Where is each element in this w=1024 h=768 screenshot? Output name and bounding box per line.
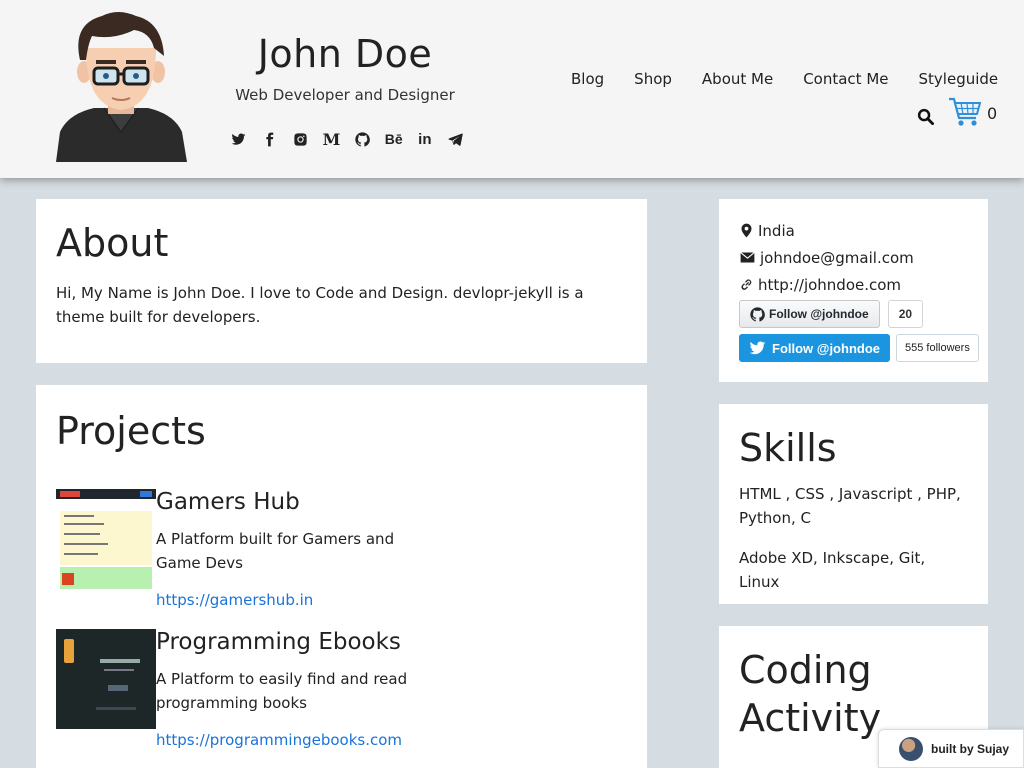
project-description: A Platform to easily find and read progr… (156, 670, 408, 712)
instagram-icon[interactable] (288, 128, 312, 150)
projects-card: Projects Gamers Hub A Platform built for… (36, 385, 647, 768)
project-thumbnail[interactable] (56, 489, 156, 589)
author-avatar (899, 736, 923, 761)
nav-about-me[interactable]: About Me (687, 70, 788, 92)
projects-heading: Projects (56, 409, 206, 453)
social-links: M Bē in (222, 128, 472, 150)
skills-languages: HTML , CSS , Javascript , PHP, Python, C (739, 485, 961, 527)
cart-count: 0 (987, 104, 998, 123)
location-line: India (739, 217, 968, 244)
facebook-icon[interactable] (257, 128, 281, 150)
project-link[interactable]: https://gamershub.in (156, 591, 313, 609)
email-line: johndoe@gmail.com (739, 244, 968, 271)
about-heading: About (56, 221, 169, 265)
github-follower-count[interactable]: 20 (887, 300, 924, 328)
built-by-text: built by Sujay (931, 741, 1010, 756)
coding-activity-heading: Coding Activity (739, 648, 882, 740)
about-text: Hi, My Name is John Doe. I love to Code … (56, 284, 584, 326)
github-follow-widget: Follow @johndoe 20 (739, 300, 924, 328)
site-header: John Doe Web Developer and Designer M Bē… (0, 0, 1024, 178)
project-title: Gamers Hub (156, 489, 300, 515)
github-icon (750, 306, 765, 321)
site-tagline: Web Developer and Designer (235, 86, 455, 104)
telegram-icon[interactable] (444, 128, 468, 150)
nav-contact-me[interactable]: Contact Me (788, 70, 903, 92)
website-line: http://johndoe.com (739, 271, 968, 298)
twitter-follow-button[interactable]: Follow @johndoe (739, 334, 890, 362)
project-thumbnail[interactable] (56, 629, 156, 729)
title-block: John Doe Web Developer and Designer (222, 32, 468, 104)
project-title: Programming Ebooks (156, 629, 401, 655)
link-icon (741, 279, 752, 290)
project-description: A Platform built for Gamers and Game Dev… (156, 530, 395, 572)
medium-icon[interactable]: M (319, 128, 343, 150)
skills-tools: Adobe XD, Inkscape, Git, Linux (739, 549, 926, 591)
github-follow-label: Follow @johndoe (769, 307, 869, 321)
twitter-icon (749, 340, 766, 354)
email-text[interactable]: johndoe@gmail.com (760, 249, 914, 267)
github-icon[interactable] (351, 128, 375, 150)
avatar (56, 12, 187, 162)
search-icon[interactable] (917, 108, 934, 125)
project-link[interactable]: https://programmingebooks.com (156, 731, 402, 749)
location-text: India (758, 221, 795, 240)
built-by-badge[interactable]: built by Sujay (878, 729, 1024, 768)
nav-shop[interactable]: Shop (619, 70, 687, 92)
skills-heading: Skills (739, 426, 837, 470)
contact-card: India johndoe@gmail.com http://johndoe.c… (719, 199, 988, 382)
cart-icon[interactable] (948, 96, 982, 128)
site-title[interactable]: John Doe (222, 32, 468, 76)
github-follow-button[interactable]: Follow @johndoe (739, 300, 880, 328)
nav-styleguide[interactable]: Styleguide (904, 70, 1014, 92)
linkedin-icon[interactable]: in (413, 128, 437, 150)
twitter-follower-count[interactable]: 555 followers (896, 334, 979, 362)
envelope-icon (740, 252, 755, 263)
skills-card: Skills HTML , CSS , Javascript , PHP, Py… (719, 404, 988, 604)
map-marker-icon (741, 223, 752, 238)
twitter-follow-label: Follow @johndoe (772, 340, 880, 356)
website-text[interactable]: http://johndoe.com (758, 276, 901, 294)
nav-blog[interactable]: Blog (556, 70, 619, 92)
twitter-follow-widget: Follow @johndoe 555 followers (739, 334, 979, 362)
main-nav: Blog Shop About Me Contact Me Styleguide (556, 70, 1013, 92)
about-card: About Hi, My Name is John Doe. I love to… (36, 199, 647, 363)
behance-icon[interactable]: Bē (382, 128, 406, 150)
twitter-icon[interactable] (226, 128, 250, 150)
